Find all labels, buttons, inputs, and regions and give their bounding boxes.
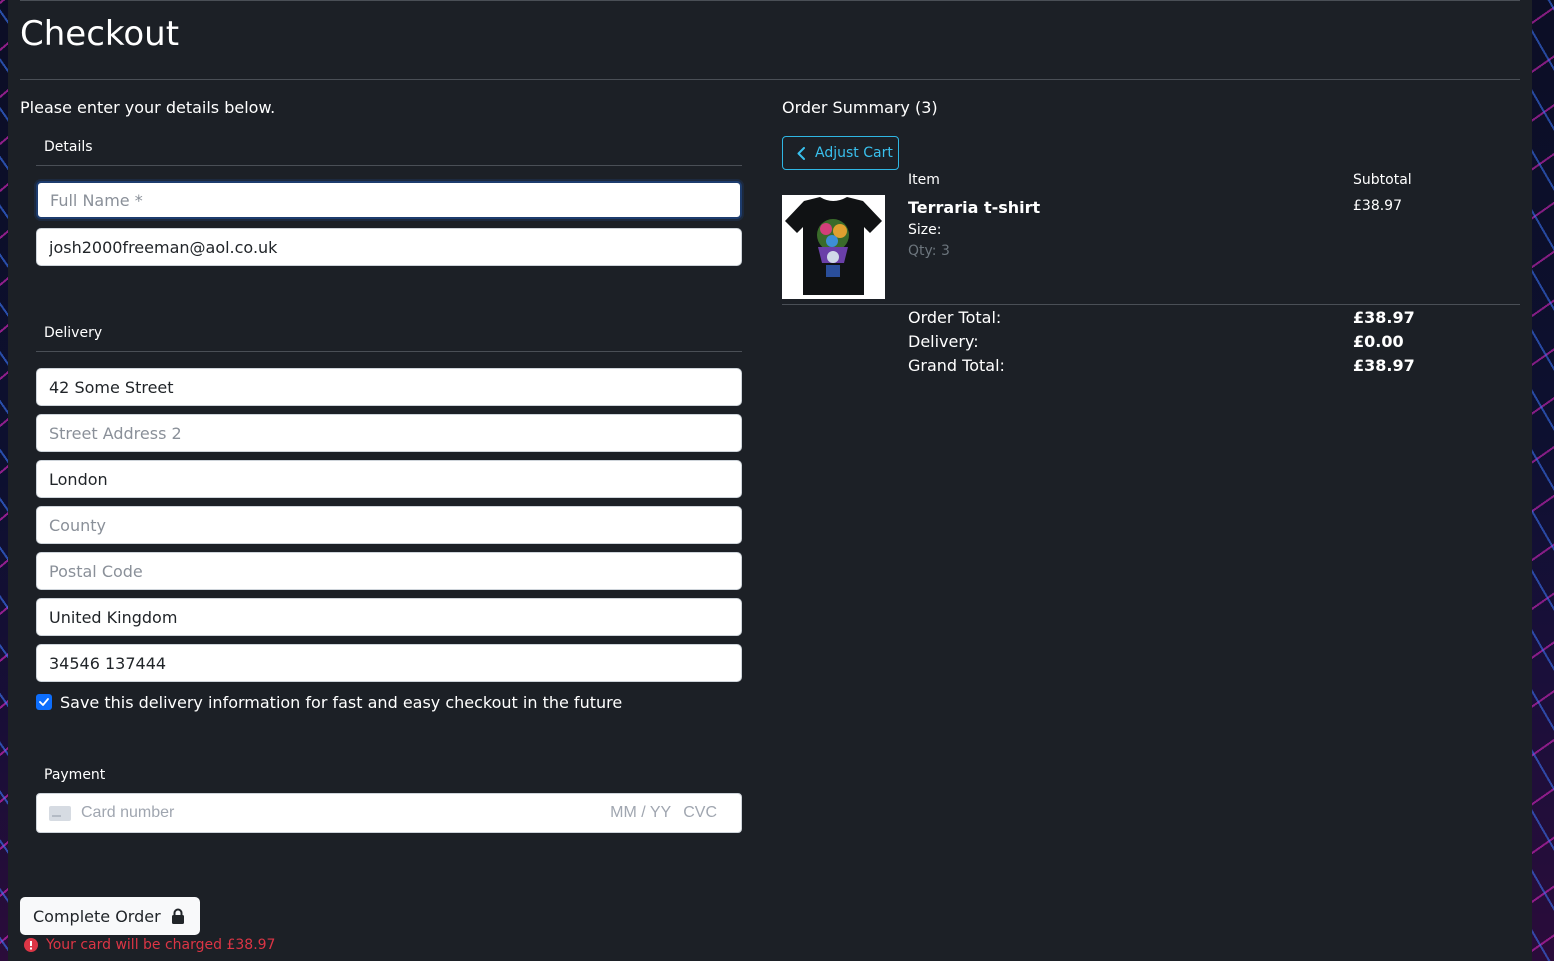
charge-notice: Your card will be charged £38.97 — [24, 937, 275, 953]
details-legend: Details — [44, 139, 93, 155]
grand-total-label: Grand Total: — [908, 356, 1005, 375]
save-info-checkbox[interactable] — [36, 694, 52, 710]
credit-card-icon — [49, 805, 71, 821]
top-divider — [20, 0, 1520, 1]
card-expiry-placeholder[interactable]: MM / YY — [610, 804, 671, 822]
save-info-row: Save this delivery information for fast … — [36, 692, 622, 712]
delivery-cost-value: £0.00 — [1353, 332, 1404, 351]
error-icon — [24, 938, 38, 952]
adjust-cart-button[interactable]: Adjust Cart — [782, 136, 899, 170]
lock-icon — [171, 908, 184, 924]
payment-legend: Payment — [44, 767, 106, 783]
street-address-2-input[interactable] — [36, 414, 742, 452]
column-header-subtotal: Subtotal — [1353, 172, 1412, 188]
postal-code-input[interactable] — [36, 552, 742, 590]
order-total-label: Order Total: — [908, 308, 1002, 327]
save-info-label[interactable]: Save this delivery information for fast … — [60, 693, 622, 712]
product-image — [782, 195, 885, 299]
card-input[interactable]: Card number MM / YY CVC — [36, 793, 742, 833]
card-cvc-placeholder[interactable]: CVC — [683, 804, 717, 822]
county-input[interactable] — [36, 506, 742, 544]
phone-input[interactable] — [36, 644, 742, 682]
charge-notice-text: Your card will be charged £38.97 — [46, 937, 276, 953]
complete-order-button[interactable]: Complete Order — [20, 897, 200, 935]
delivery-legend: Delivery — [44, 325, 103, 341]
column-header-item: Item — [908, 172, 940, 188]
order-summary-title: Order Summary (3) — [782, 98, 938, 117]
check-icon — [39, 698, 49, 706]
complete-order-label: Complete Order — [33, 906, 161, 926]
grand-total-value: £38.97 — [1353, 356, 1415, 375]
email-input[interactable] — [36, 228, 742, 266]
order-total-value: £38.97 — [1353, 308, 1415, 327]
delivery-divider — [36, 351, 742, 352]
card-number-placeholder[interactable]: Card number — [81, 804, 610, 822]
street-address-1-input[interactable] — [36, 368, 742, 406]
tshirt-image — [782, 195, 885, 299]
chevron-left-icon — [797, 146, 805, 160]
page-title: Checkout — [20, 14, 180, 54]
item-name: Terraria t-shirt — [908, 198, 1041, 217]
checkout-panel: Checkout Please enter your details below… — [8, 0, 1532, 961]
title-divider — [20, 79, 1520, 80]
summary-divider — [782, 304, 1520, 305]
item-size: Size: — [908, 222, 942, 238]
country-select[interactable] — [36, 598, 742, 636]
intro-text: Please enter your details below. — [20, 98, 276, 117]
details-divider — [36, 165, 742, 166]
background-left — [0, 0, 8, 961]
adjust-cart-label: Adjust Cart — [815, 145, 893, 161]
item-quantity: Qty: 3 — [908, 243, 950, 259]
town-input[interactable] — [36, 460, 742, 498]
item-subtotal: £38.97 — [1353, 198, 1402, 214]
full-name-input[interactable] — [36, 181, 742, 219]
background-right — [1532, 0, 1554, 961]
delivery-cost-label: Delivery: — [908, 332, 979, 351]
